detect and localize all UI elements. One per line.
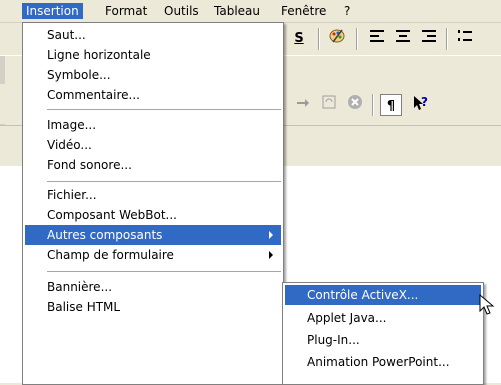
menu-item-fichier[interactable]: Fichier...: [25, 185, 281, 205]
menu-item-fond-sonore[interactable]: Fond sonore...: [25, 155, 281, 175]
mouse-pointer-icon: [479, 294, 495, 315]
menu-item-balise-html[interactable]: Balise HTML: [25, 297, 281, 317]
palette-icon: [329, 29, 345, 43]
menu-insertion[interactable]: Insertion: [22, 3, 83, 19]
menu-fenetre[interactable]: Fenêtre: [277, 3, 330, 19]
show-all-button[interactable]: ¶: [380, 94, 402, 116]
menu-item-banniere[interactable]: Bannière...: [25, 277, 281, 297]
menu-item-video[interactable]: Vidéo...: [25, 135, 281, 155]
numbered-list-icon: [458, 30, 472, 41]
menu-tableau[interactable]: Tableau: [210, 3, 264, 19]
refresh-page-icon: [322, 95, 336, 109]
submenu-arrow-icon: [269, 251, 273, 259]
menu-item-label: Champ de formulaire: [47, 248, 174, 262]
submenu-arrow-icon: [269, 231, 273, 239]
menu-item-image[interactable]: Image...: [25, 115, 281, 135]
submenu-item-applet-java[interactable]: Applet Java...: [285, 308, 481, 328]
help-question-mark: ?: [421, 95, 428, 109]
toolbar-separator: [446, 28, 448, 50]
menu-outils[interactable]: Outils: [160, 3, 203, 19]
align-left-button[interactable]: [366, 27, 388, 49]
menu-format[interactable]: Format: [101, 3, 151, 19]
toolbar-separator: [372, 94, 374, 116]
pilcrow-icon: ¶: [386, 99, 396, 114]
menu-item-label: Autres composants: [47, 228, 163, 242]
menu-item-ligne-horizontale[interactable]: Ligne horizontale: [25, 45, 281, 65]
align-right-button[interactable]: [418, 27, 440, 49]
whats-this-help-button[interactable]: ?: [410, 94, 432, 116]
submenu-item-animation-powerpoint[interactable]: Animation PowerPoint...: [285, 352, 481, 372]
toolbar-separator: [318, 28, 320, 50]
stop-button[interactable]: [344, 94, 366, 116]
toolbar-separator: [356, 28, 358, 50]
menubar: Insertion Format Outils Tableau Fenêtre …: [0, 0, 501, 23]
forward-button[interactable]: [292, 94, 314, 116]
submenu-item-controle-activex[interactable]: Contrôle ActiveX...: [285, 285, 481, 305]
submenu-item-plug-in[interactable]: Plug-In...: [285, 330, 481, 350]
menu-item-saut[interactable]: Saut...: [25, 25, 281, 45]
insertion-menu: Saut... Ligne horizontale Symbole... Com…: [22, 22, 284, 385]
underline-button[interactable]: S: [288, 27, 310, 49]
menu-item-symbole[interactable]: Symbole...: [25, 65, 281, 85]
menu-help[interactable]: ?: [340, 3, 354, 19]
underline-icon: S: [294, 31, 304, 46]
menu-separator: [47, 109, 281, 110]
menu-separator: [47, 181, 281, 182]
menu-item-champ-de-formulaire[interactable]: Champ de formulaire: [25, 245, 281, 265]
color-palette-button[interactable]: [326, 27, 348, 49]
menu-item-commentaire[interactable]: Commentaire...: [25, 85, 281, 105]
align-right-icon: [422, 30, 436, 42]
align-center-button[interactable]: [392, 27, 414, 49]
align-center-icon: [396, 30, 410, 42]
menu-item-composant-webbot[interactable]: Composant WebBot...: [25, 205, 281, 225]
refresh-button[interactable]: [318, 94, 340, 116]
autres-composants-submenu: Contrôle ActiveX... Applet Java... Plug-…: [282, 282, 484, 385]
stop-icon: [348, 95, 362, 109]
arrow-right-icon: [297, 99, 309, 107]
numbered-list-button[interactable]: [454, 27, 476, 49]
menu-item-autres-composants[interactable]: Autres composants: [25, 225, 281, 245]
menu-separator: [47, 271, 281, 272]
align-left-icon: [370, 30, 384, 42]
